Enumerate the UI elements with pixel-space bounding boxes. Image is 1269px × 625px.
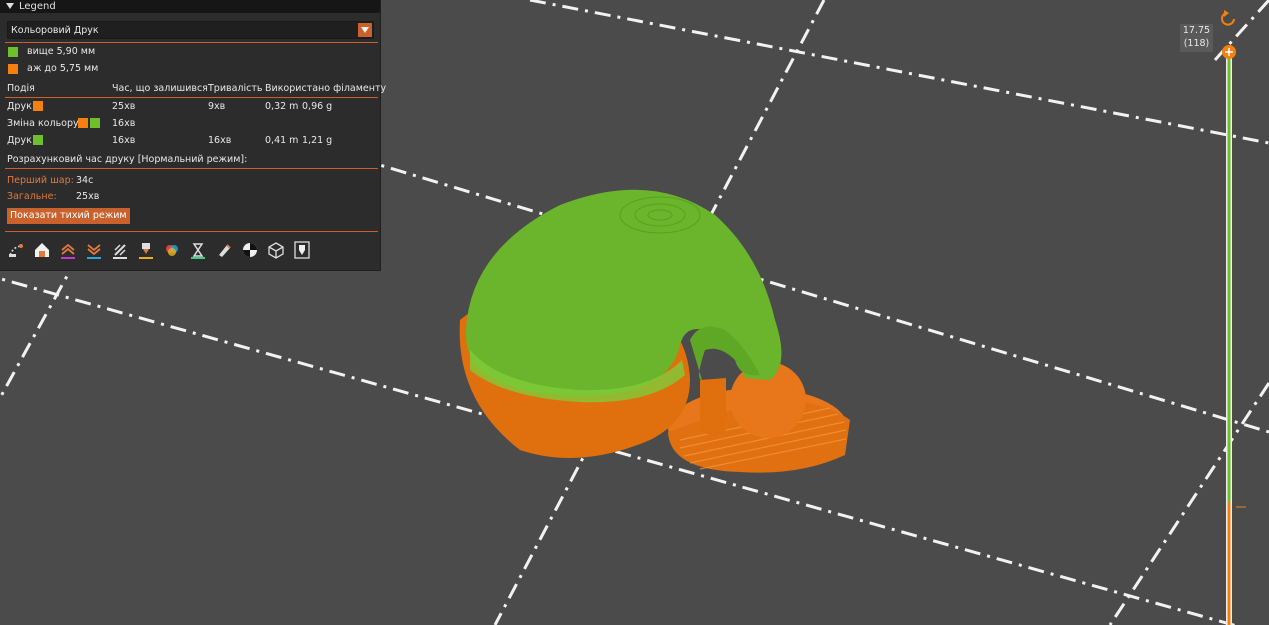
row-length: 0,32 m [265,101,299,112]
first-layer-label: Перший шар: [7,175,74,186]
legend-title: Legend [19,1,56,12]
seams-icon[interactable] [110,240,130,260]
divider [5,42,378,43]
tool-marker-icon[interactable] [292,240,312,260]
divider [5,168,378,169]
total-label: Загальне: [7,191,57,202]
row-remaining: 16хв [112,118,136,129]
collapse-triangle-icon[interactable] [6,3,14,9]
row-event: Зміна кольору [7,118,79,129]
view-type-value: Кольоровий Друк [11,25,99,36]
first-layer-value: 34с [76,175,94,186]
orange-swatch-icon [78,118,88,128]
custom-gcode-icon[interactable] [214,240,234,260]
green-swatch-icon [33,135,43,145]
shells-icon[interactable] [266,240,286,260]
legend-panel: Legend Кольоровий Друк вище 5,90 мм аж д… [0,0,386,271]
color-item-label: вище 5,90 мм [27,46,96,57]
green-swatch-icon [90,118,100,128]
row-remaining: 16хв [112,135,136,146]
slider-thumb[interactable] [1222,45,1236,59]
row-duration: 9хв [208,101,226,112]
row-length: 0,41 m [265,135,299,146]
wipe-icon[interactable] [32,240,52,260]
slider-value-label: 17.75 (118) [1180,24,1213,52]
color-changes-icon[interactable] [162,240,182,260]
row-weight: 1,21 g [302,135,333,146]
divider [5,97,378,98]
legend-titlebar[interactable]: Legend [0,0,380,13]
orange-swatch-icon [8,63,18,74]
slider-layer: (118) [1183,38,1210,49]
row-weight: 0,96 g [302,101,333,112]
divider [5,231,378,232]
estimated-time-label: Розрахунковий час друку [Нормальний режи… [7,154,248,165]
deretractions-icon[interactable] [84,240,104,260]
color-item-label: аж до 5,75 мм [27,63,99,74]
row-duration: 16хв [208,135,232,146]
orange-swatch-icon [33,101,43,111]
green-swatch-icon [8,46,18,57]
row-event: Друк [7,101,32,112]
row-event: Друк [7,135,32,146]
col-header-event: Подія [7,83,35,94]
dropdown-arrow-icon[interactable] [358,23,372,37]
travel-icon[interactable] [6,240,26,260]
col-header-filament: Використано філаменту [265,83,387,94]
slider-height: 17.75 [1182,25,1211,36]
legend-color-item: вище 5,90 мм [8,46,95,57]
show-quiet-mode-button[interactable]: Показати тихий режим [7,208,130,224]
center-of-gravity-icon[interactable] [240,240,260,260]
tool-changes-icon[interactable] [136,240,156,260]
retractions-icon[interactable] [58,240,78,260]
col-header-duration: Тривалість [208,83,263,94]
pause-icon[interactable] [188,240,208,260]
total-value: 25хв [76,191,100,202]
row-remaining: 25хв [112,101,136,112]
view-type-combo[interactable]: Кольоровий Друк [7,21,374,39]
legend-color-item: аж до 5,75 мм [8,63,98,74]
col-header-remaining: Час, що залишився [112,83,208,94]
